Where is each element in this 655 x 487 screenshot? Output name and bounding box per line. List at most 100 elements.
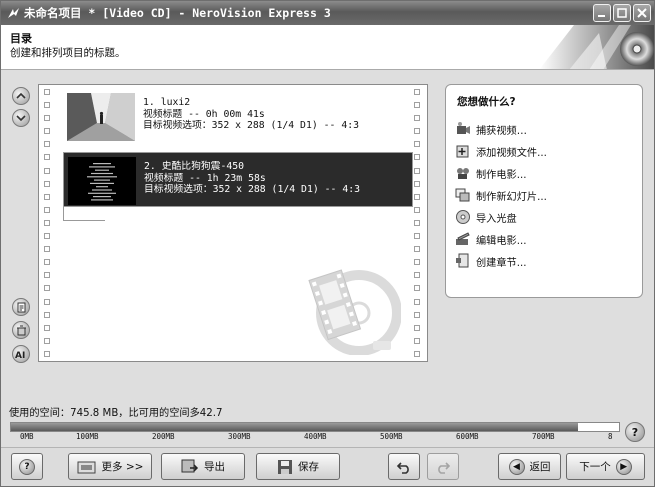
task-import-disc[interactable]: 导入光盘 [454,207,517,227]
task-edit-movie[interactable]: 编辑电影... [454,229,526,249]
task-capture-video[interactable]: 捕获视频… [454,119,527,139]
sprocket-hole [44,102,50,109]
save-button-label: 保存 [298,461,319,473]
disk-space-fill [11,423,578,431]
move-up-button[interactable] [12,87,30,105]
video-cd-watermark-icon [308,269,401,355]
sprocket-hole [414,285,420,292]
next-button[interactable]: 下一个 ▶ [566,453,645,480]
bottom-toolbar: ? 更多 >> 导出 保存 ◀ 返回 下一个 ▶ [1,447,654,486]
task-make-slideshow[interactable]: 制作新幻灯片... [454,185,547,205]
sprocket-hole [414,167,420,174]
sprocket-hole [414,311,420,318]
sprocket-hole [414,206,420,213]
task-add-video-files[interactable]: 添加视频文件... [454,141,547,161]
scale-tick-label: 500MB [380,432,403,441]
next-arrow-icon: ▶ [615,458,632,475]
back-button[interactable]: ◀ 返回 [498,453,561,480]
sprocket-hole [414,141,420,148]
app-window: 未命名项目 * [Video CD] - NeroVision Express … [0,0,655,487]
more-button[interactable]: 更多 >> [68,453,152,480]
sprocket-hole [44,259,50,266]
sprocket-hole [414,337,420,344]
sprocket-hole [44,311,50,318]
question-icon: ? [19,458,35,475]
nero-banner-graphic [539,25,654,69]
task-make-movie[interactable]: 制作电影... [454,163,526,183]
task-label: 制作电影... [476,169,527,181]
scale-tick-label: 300MB [228,432,251,441]
nero-app-icon [6,6,20,20]
sprocket-hole [44,167,50,174]
title-list-panel[interactable]: 1. luxi2 视频标题 -- 0h 00m 41s 目标视频选项：352 x… [38,84,428,362]
task-label: 编辑电影... [476,235,527,247]
next-button-label: 下一个 [579,461,611,473]
window-title: 未命名项目 * [Video CD] - NeroVision Express … [24,6,331,20]
question-icon: ? [631,425,639,439]
move-down-button[interactable] [12,109,30,127]
sprocket-hole [414,219,420,226]
help-button[interactable]: ? [11,453,43,480]
export-icon [181,459,199,475]
camera-icon [454,120,472,138]
sprocket-hole [414,128,420,135]
sprocket-hole [44,350,50,357]
title-bar[interactable]: 未命名项目 * [Video CD] - NeroVision Express … [1,1,654,25]
undo-icon [396,461,409,474]
disk-space-bar [10,422,620,432]
title-video-options: 目标视频选项：352 x 288 (1/4 D1) -- 4:3 [143,120,360,131]
slideshow-icon [454,186,472,204]
title-video-options: 目标视频选项：352 x 288 (1/4 D1) -- 4:3 [144,184,361,195]
sprocket-hole [414,115,420,122]
title-item[interactable]: 1. luxi2 视频标题 -- 0h 00m 41s 目标视频选项：352 x… [63,89,413,144]
redo-button[interactable] [427,453,459,480]
sprocket-hole [414,350,420,357]
maximize-button[interactable] [613,4,631,22]
add-video-icon [454,142,472,160]
title-thumbnail-credits [68,157,136,205]
window-controls [593,4,651,22]
floppy-disk-icon [277,459,293,475]
arrow-down-icon [16,115,26,122]
task-panel: 您想做什么? 捕获视频… 添加视频文件... 制作电影... 制作新幻灯片...… [445,84,643,298]
disc-import-icon [454,208,472,226]
sprocket-hole [44,233,50,240]
sprocket-hole [44,272,50,279]
film-sprocket-right [414,89,422,357]
task-label: 捕获视频… [476,125,527,137]
delete-icon [16,325,26,335]
properties-button[interactable] [12,298,30,316]
delete-button[interactable] [12,321,30,339]
redo-icon [438,461,451,474]
disk-space-scale: 0MB 100MB 200MB 300MB 400MB 500MB 600MB 700MB 8 [10,432,630,444]
chapter-icon [454,252,472,270]
maximize-icon [617,8,627,18]
title-item-selected[interactable]: 2. 史酷比狗狗震-450 视频标题 -- 1h 23m 58s 目标视频选项：… [63,152,413,207]
ai-edit-button[interactable]: AI [12,345,30,363]
undo-button[interactable] [388,453,420,480]
svg-text:AI: AI [15,351,25,360]
task-label: 导入光盘 [476,213,517,225]
space-help-button[interactable]: ? [625,422,645,442]
minimize-button[interactable] [593,4,611,22]
sprocket-hole [414,298,420,305]
title-duration: 视频标题 -- 0h 00m 41s [143,108,265,120]
task-create-chapters[interactable]: 创建章节... [454,251,526,271]
sprocket-hole [44,298,50,305]
save-button[interactable]: 保存 [256,453,340,480]
sprocket-hole [44,141,50,148]
export-button[interactable]: 导出 [161,453,245,480]
minimize-icon [598,15,605,17]
title-duration: 视频标题 -- 1h 23m 58s [144,172,266,184]
edit-movie-icon [454,230,472,248]
title-thumbnail-street [67,93,135,141]
page-subtitle: 创建和排列项目的标题。 [10,47,126,59]
sprocket-hole [44,219,50,226]
sprocket-hole [414,259,420,266]
scale-tick-label: 200MB [152,432,175,441]
close-icon [637,8,647,18]
scale-tick-label: 700MB [532,432,555,441]
more-button-label: 更多 >> [101,461,144,473]
sprocket-hole [414,324,420,331]
close-button[interactable] [633,4,651,22]
